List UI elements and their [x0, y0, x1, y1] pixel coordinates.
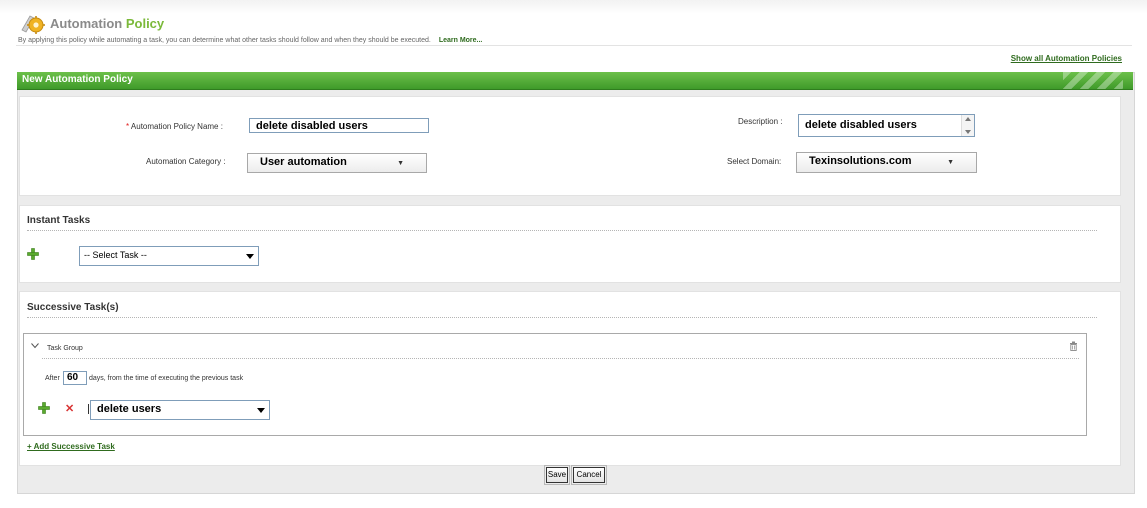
instant-tasks-divider — [27, 230, 1097, 231]
description-text: delete disabled users — [805, 119, 917, 131]
show-all-policies-link[interactable]: Show all Automation Policies — [1011, 54, 1122, 63]
scroll-up-icon[interactable] — [965, 117, 971, 121]
policy-name-input[interactable]: delete disabled users — [249, 118, 429, 133]
cancel-button[interactable]: Cancel — [571, 465, 607, 485]
dropdown-caret-icon: ▼ — [397, 160, 404, 167]
domain-label: Select Domain: — [727, 157, 782, 166]
successive-task-select[interactable]: delete users — [90, 400, 270, 420]
scroll-down-icon[interactable] — [965, 130, 971, 134]
policy-details-section — [19, 96, 1121, 196]
header-stripes — [1063, 72, 1123, 89]
page-title: Automation Policy — [50, 16, 164, 31]
top-bar — [0, 0, 1147, 14]
category-select[interactable]: User automation ▼ — [247, 153, 427, 173]
successive-tasks-title: Successive Task(s) — [27, 302, 119, 313]
after-label: After — [45, 375, 60, 382]
trash-icon[interactable] — [1069, 341, 1078, 351]
instant-tasks-title: Instant Tasks — [27, 215, 91, 226]
task-group-divider — [42, 358, 1079, 359]
description-textarea[interactable]: delete disabled users — [798, 114, 975, 137]
instant-task-select[interactable]: -- Select Task -- — [79, 246, 259, 266]
task-group-box — [23, 333, 1087, 436]
remove-icon[interactable]: ✕ — [65, 402, 74, 415]
page-title-part1: Automation — [50, 16, 123, 31]
days-suffix: days, from the time of executing the pre… — [89, 375, 244, 382]
text-cursor — [88, 404, 89, 414]
required-marker: * — [126, 122, 130, 131]
collapse-chevron-icon[interactable] — [31, 343, 39, 349]
dropdown-arrow-icon — [246, 254, 254, 259]
successive-task-value: delete users — [97, 403, 162, 415]
plus-icon[interactable] — [38, 402, 50, 414]
description-scrollbar[interactable] — [961, 115, 974, 136]
save-button[interactable]: Save — [544, 465, 570, 485]
days-input[interactable]: 60 — [63, 371, 87, 385]
policy-name-label: * Automation Policy Name : — [126, 122, 223, 131]
learn-more-link[interactable]: Learn More... — [439, 37, 483, 44]
instant-task-value: -- Select Task -- — [84, 250, 147, 260]
domain-select[interactable]: Texinsolutions.com ▼ — [796, 152, 977, 173]
subtitle-text: By applying this policy while automating… — [18, 37, 431, 44]
category-label: Automation Category : — [146, 157, 226, 166]
description-label: Description : — [738, 117, 783, 126]
dropdown-caret-icon: ▼ — [947, 159, 954, 166]
panel-title: New Automation Policy — [22, 74, 133, 85]
dropdown-arrow-icon — [257, 408, 265, 413]
task-group-label: Task Group — [47, 345, 83, 352]
category-value: User automation — [260, 156, 347, 168]
panel-header: New Automation Policy — [17, 72, 1133, 90]
plus-icon[interactable] — [27, 248, 39, 260]
header-divider — [16, 45, 1132, 46]
add-successive-task-link[interactable]: + Add Successive Task — [27, 442, 115, 451]
policy-name-label-text: Automation Policy Name : — [130, 122, 223, 131]
page-title-part2: Policy — [125, 16, 165, 31]
page-subtitle: By applying this policy while automating… — [18, 37, 482, 44]
gear-logo-icon — [21, 15, 45, 34]
instant-tasks-section — [19, 205, 1121, 283]
successive-tasks-divider — [27, 317, 1097, 318]
domain-value: Texinsolutions.com — [809, 155, 912, 167]
